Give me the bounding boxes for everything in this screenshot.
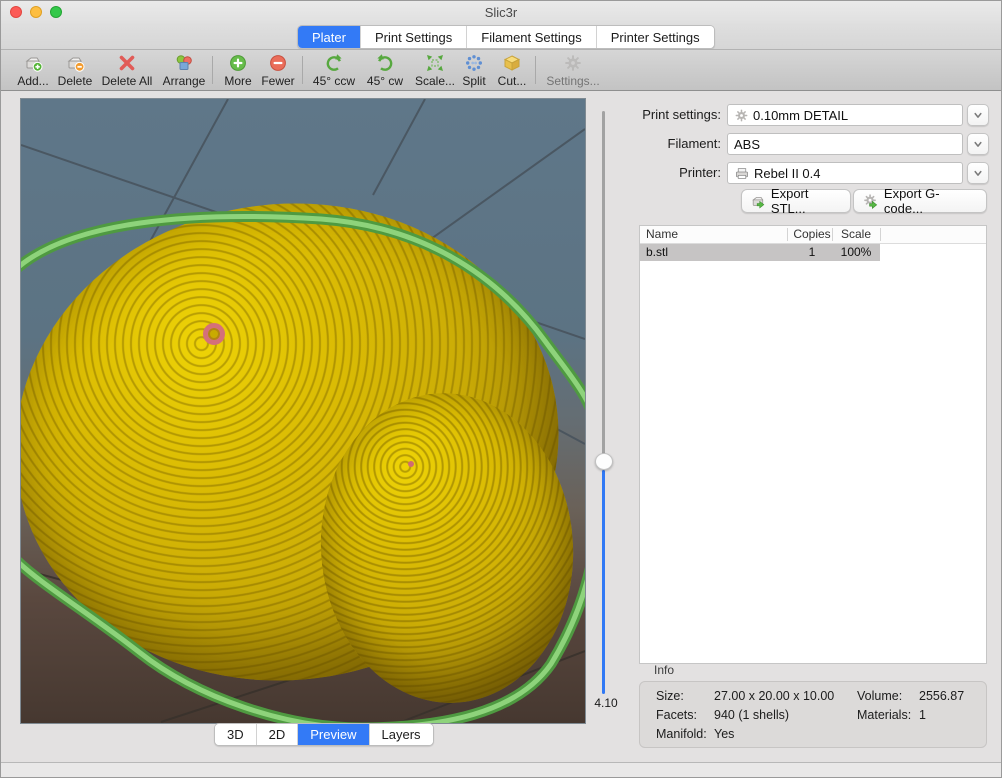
tab-preview[interactable]: Preview xyxy=(298,724,369,745)
volume-value: 2556.87 xyxy=(919,689,964,703)
filament-value: ABS xyxy=(734,137,760,152)
layer-slider-value: 4.10 xyxy=(584,696,628,710)
export-gcode-button[interactable]: Export G-code... xyxy=(853,189,987,213)
main-tabs: Plater Print Settings Filament Settings … xyxy=(297,25,715,49)
object-copies: 1 xyxy=(792,245,832,259)
cut-icon xyxy=(501,53,523,73)
arrange-icon xyxy=(173,53,195,73)
tab-layers[interactable]: Layers xyxy=(370,724,433,745)
tab-2d[interactable]: 2D xyxy=(257,724,299,745)
info-group-title: Info xyxy=(654,663,674,677)
column-header-copies[interactable]: Copies xyxy=(792,227,832,241)
info-box: Size: 27.00 x 20.00 x 10.00 Volume: 2556… xyxy=(639,681,987,748)
tab-printer-settings[interactable]: Printer Settings xyxy=(597,26,714,48)
layer-slider-track-filled[interactable] xyxy=(602,470,605,694)
print-settings-value: 0.10mm DETAIL xyxy=(753,108,848,123)
printer-icon xyxy=(734,166,750,181)
manifold-value: Yes xyxy=(714,727,734,741)
window-title: Slic3r xyxy=(1,5,1001,20)
object-scale: 100% xyxy=(837,245,875,259)
delete-all-icon xyxy=(116,53,138,73)
materials-label: Materials: xyxy=(857,708,911,722)
plater-settings-panel: Print settings: 0.10mm DETAIL Filament: … xyxy=(637,98,987,762)
status-bar xyxy=(1,762,1001,778)
printer-label: Printer: xyxy=(637,162,721,184)
export-gcode-icon xyxy=(862,193,879,210)
object-list: Name Copies Scale b.stl 1 100% xyxy=(639,225,987,664)
column-header-name[interactable]: Name xyxy=(646,227,678,241)
chevron-down-icon xyxy=(971,137,985,151)
titlebar[interactable]: Slic3r xyxy=(1,1,1001,23)
printer-combo[interactable]: Rebel II 0.4 xyxy=(727,162,963,184)
filament-label: Filament: xyxy=(637,133,721,155)
print-settings-dropdown-button[interactable] xyxy=(967,104,989,126)
rotate-ccw-icon xyxy=(323,53,345,73)
toolbar: Add... Delete Delete All Arrange More xyxy=(1,49,1001,91)
size-value: 27.00 x 20.00 x 10.00 xyxy=(714,689,834,703)
gear-icon xyxy=(562,53,584,73)
tab-3d[interactable]: 3D xyxy=(215,724,257,745)
manifold-label: Manifold: xyxy=(656,727,707,741)
object-list-header: Name Copies Scale xyxy=(640,226,986,244)
slic3r-window: Slic3r Plater Print Settings Filament Se… xyxy=(0,0,1002,778)
tab-print-settings[interactable]: Print Settings xyxy=(361,26,467,48)
facets-value: 940 (1 shells) xyxy=(714,708,789,722)
view-tabs: 3D 2D Preview Layers xyxy=(214,723,434,746)
3d-viewport-canvas[interactable] xyxy=(20,98,586,724)
cut-button[interactable]: Cut... xyxy=(477,53,547,88)
fewer-icon xyxy=(267,53,289,73)
printer-dropdown-button[interactable] xyxy=(967,162,989,184)
toolbar-separator xyxy=(535,56,536,84)
materials-value: 1 xyxy=(919,708,926,722)
tab-plater[interactable]: Plater xyxy=(298,26,361,48)
facets-label: Facets: xyxy=(656,708,697,722)
top-infill-ring xyxy=(203,323,225,345)
volume-label: Volume: xyxy=(857,689,902,703)
export-stl-button[interactable]: Export STL... xyxy=(741,189,851,213)
tab-filament-settings[interactable]: Filament Settings xyxy=(467,26,596,48)
rotate-cw-icon xyxy=(374,53,396,73)
chevron-down-icon xyxy=(971,108,985,122)
layer-slider-thumb[interactable] xyxy=(595,453,613,470)
top-infill-dot xyxy=(408,461,414,467)
size-label: Size: xyxy=(656,689,684,703)
object-name: b.stl xyxy=(646,245,668,259)
settings-button[interactable]: Settings... xyxy=(538,53,608,88)
object-row-bstl[interactable]: b.stl 1 100% xyxy=(640,244,880,261)
print-settings-label: Print settings: xyxy=(637,104,721,126)
layer-slider-track[interactable] xyxy=(602,111,605,456)
box-remove-icon xyxy=(64,53,86,73)
filament-combo[interactable]: ABS xyxy=(727,133,963,155)
column-header-scale[interactable]: Scale xyxy=(837,227,875,241)
gear-icon xyxy=(734,108,749,123)
printer-value: Rebel II 0.4 xyxy=(754,166,821,181)
print-settings-combo[interactable]: 0.10mm DETAIL xyxy=(727,104,963,126)
chevron-down-icon xyxy=(971,166,985,180)
filament-dropdown-button[interactable] xyxy=(967,133,989,155)
export-stl-icon xyxy=(750,193,766,210)
